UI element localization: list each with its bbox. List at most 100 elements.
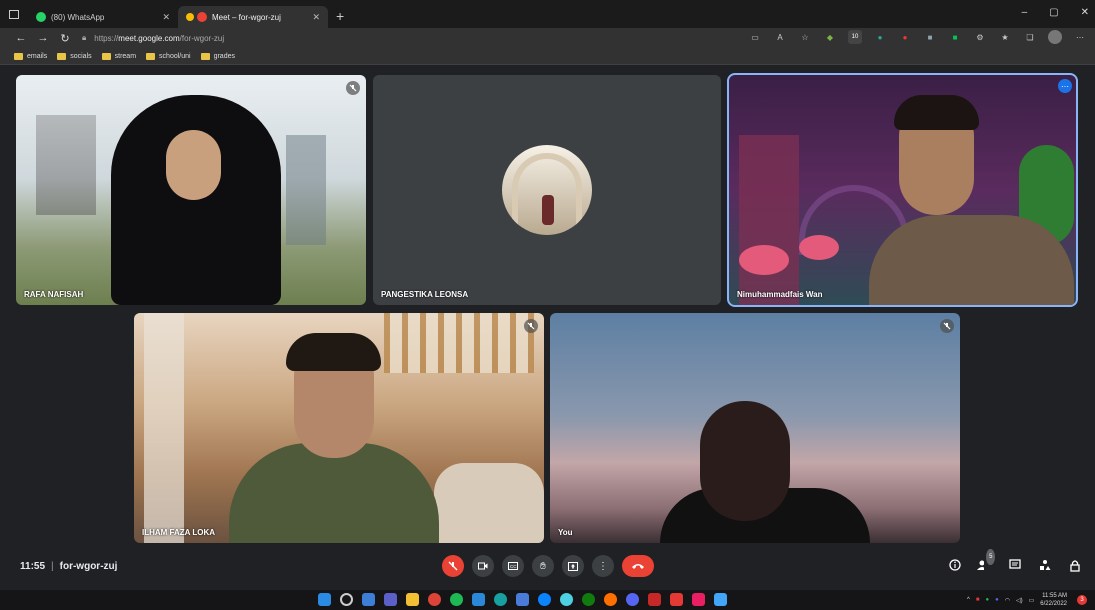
participant-tile[interactable]: ⋯ Nimuhammadfais Wan	[727, 73, 1078, 307]
bookmark-stream[interactable]: stream	[101, 52, 136, 60]
folder-icon	[57, 52, 67, 60]
tray-app-icon[interactable]: ●	[986, 597, 990, 603]
chat-icon[interactable]	[1007, 557, 1023, 573]
wifi-icon[interactable]: ◠	[1005, 597, 1010, 604]
call-controls: CC ✋︎ ⋮	[442, 555, 654, 577]
tab-meet[interactable]: Meet – for-wgor-zuj ✕	[178, 6, 328, 28]
close-window-button[interactable]: ✕	[1081, 7, 1089, 18]
close-icon[interactable]: ✕	[162, 12, 170, 23]
chevron-up-icon[interactable]: ^	[967, 597, 970, 603]
clock-time: 11:55 AM	[1042, 593, 1067, 599]
tray-app-icon[interactable]: ●	[995, 597, 999, 603]
app-icon[interactable]	[560, 593, 573, 606]
profile-avatar[interactable]	[1048, 30, 1062, 44]
battery-icon[interactable]: ▭	[1029, 597, 1035, 604]
back-icon[interactable]: ←	[10, 32, 32, 44]
participant-tile[interactable]: RAFA NAFISAH	[16, 75, 366, 305]
tab-title: Meet – for-wgor-zuj	[212, 12, 281, 22]
favorites-add-icon[interactable]: ☆	[798, 30, 812, 44]
spotify-icon[interactable]	[450, 593, 463, 606]
meeting-code: for-wgor-zuj	[59, 561, 118, 572]
mic-toggle-button[interactable]	[442, 555, 464, 577]
system-tray: ^ ■ ● ● ◠ ◁) ▭ 11:55 AM 6/22/2022	[967, 592, 1067, 608]
discord-icon[interactable]	[626, 593, 639, 606]
file-explorer-icon[interactable]	[406, 593, 419, 606]
avatar	[502, 145, 592, 235]
xbox-icon[interactable]	[582, 593, 595, 606]
participant-name: ILHAM FAZA LOKA	[142, 528, 216, 537]
extensions-area: ▭ A ☆ ◆ 10 ● ● ■ ■ ⚙ ★ ❏ ⋯	[748, 30, 1087, 44]
leave-call-button[interactable]	[622, 555, 654, 577]
captions-icon: CC	[508, 562, 518, 570]
tab-actions-icon[interactable]	[0, 0, 28, 28]
extension-icon[interactable]: ◆	[823, 30, 837, 44]
mic-off-icon	[940, 319, 954, 333]
participant-tile[interactable]: You	[550, 313, 960, 543]
folder-icon	[14, 52, 23, 60]
task-view-icon[interactable]	[362, 593, 375, 606]
app-icon[interactable]	[670, 593, 683, 606]
mic-off-icon	[524, 319, 538, 333]
minimize-button[interactable]: –	[1022, 7, 1028, 18]
favorites-icon[interactable]: ★	[998, 30, 1012, 44]
windows-start-icon[interactable]	[318, 593, 331, 606]
app-icon[interactable]	[538, 593, 551, 606]
captions-button[interactable]: CC	[502, 555, 524, 577]
chrome-icon[interactable]	[428, 593, 441, 606]
extension-icon[interactable]: ●	[898, 30, 912, 44]
camera-toggle-button[interactable]	[472, 555, 494, 577]
tab-title: (80) WhatsApp	[51, 12, 105, 22]
more-icon[interactable]: ⋯	[1073, 30, 1087, 44]
volume-icon[interactable]: ◁)	[1016, 597, 1023, 604]
edge-icon[interactable]	[494, 593, 507, 606]
bookmark-socials[interactable]: socials	[57, 52, 92, 60]
more-options-button[interactable]: ⋮	[592, 555, 614, 577]
app-icon[interactable]	[692, 593, 705, 606]
bookmark-school[interactable]: school/uni	[146, 52, 191, 60]
activities-icon[interactable]	[1037, 557, 1053, 573]
bookmarks-bar: emails socials stream school/uni grades	[0, 48, 1095, 65]
new-tab-button[interactable]: +	[336, 6, 344, 28]
restore-button[interactable]: ▢	[1049, 7, 1058, 18]
tab-whatsapp[interactable]: (80) WhatsApp ✕	[28, 6, 178, 28]
folder-icon	[200, 52, 210, 60]
raise-hand-button[interactable]: ✋︎	[532, 555, 554, 577]
refresh-icon[interactable]: ↻	[54, 32, 76, 45]
collections-icon[interactable]: ❏	[1023, 30, 1037, 44]
extension-badge-icon[interactable]: 10	[848, 30, 862, 44]
people-icon[interactable]: 5	[977, 549, 995, 573]
tray-app-icon[interactable]: ■	[976, 597, 980, 603]
app-icon[interactable]	[604, 593, 617, 606]
participant-video	[111, 95, 281, 305]
participant-video	[700, 401, 790, 521]
participant-tile[interactable]: ILHAM FAZA LOKA	[134, 313, 544, 543]
app-icon[interactable]	[516, 593, 529, 606]
app-icon[interactable]	[648, 593, 661, 606]
address-bar[interactable]: 🔒︎ https:// meet.google.com /for-wgor-zu…	[82, 30, 782, 46]
app-icon[interactable]	[714, 593, 727, 606]
extensions-icon[interactable]: ⚙	[973, 30, 987, 44]
extension-icon[interactable]: ■	[923, 30, 937, 44]
teams-chat-icon[interactable]	[384, 593, 397, 606]
app-icon[interactable]	[472, 593, 485, 606]
participant-name: RAFA NAFISAH	[24, 290, 84, 299]
search-icon[interactable]	[340, 593, 353, 606]
participant-name: PANGESTIKA LEONSA	[381, 290, 469, 299]
notification-badge[interactable]: 3	[1077, 595, 1087, 605]
extension-icon[interactable]: ●	[873, 30, 887, 44]
participant-tile[interactable]: PANGESTIKA LEONSA	[373, 75, 721, 305]
folder-icon	[101, 52, 111, 60]
close-icon[interactable]: ✕	[312, 12, 320, 23]
read-aloud-icon[interactable]: A	[773, 30, 787, 44]
bookmark-grades[interactable]: grades	[200, 52, 235, 60]
google-meet-icon	[186, 13, 194, 21]
forward-icon[interactable]: →	[32, 32, 54, 44]
present-button[interactable]	[562, 555, 584, 577]
system-clock[interactable]: 11:55 AM 6/22/2022	[1040, 592, 1067, 608]
host-controls-icon[interactable]	[1067, 557, 1083, 573]
more-options-icon[interactable]: ⋯	[1058, 79, 1072, 93]
camera-indicator-icon[interactable]: ▭	[748, 30, 762, 44]
info-icon[interactable]	[947, 557, 963, 573]
extension-icon[interactable]: ■	[948, 30, 962, 44]
bookmark-emails[interactable]: emails	[14, 52, 47, 60]
